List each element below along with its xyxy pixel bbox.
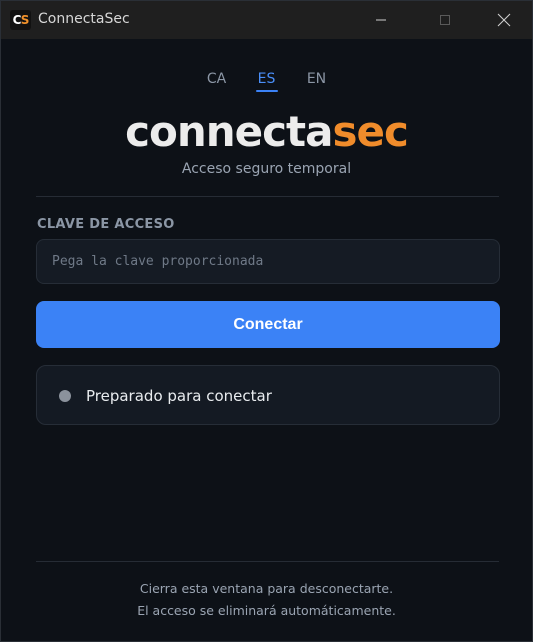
maximize-button[interactable] [422, 1, 468, 39]
status-text: Preparado para conectar [86, 387, 272, 405]
status-panel: Preparado para conectar [36, 365, 500, 425]
divider-top [36, 196, 499, 197]
close-icon [497, 13, 511, 27]
status-indicator-dot [59, 390, 71, 402]
close-button[interactable] [481, 1, 527, 39]
app-logo-icon: CS [10, 10, 31, 30]
access-key-input[interactable] [36, 239, 500, 284]
footer-note-line1: Cierra esta ventana para desconectarte. [139, 581, 394, 596]
divider-bottom [36, 561, 499, 562]
tab-lang-es[interactable]: ES [242, 71, 292, 92]
title-bar: CS ConnectaSec [1, 1, 532, 39]
subtitle: Acceso seguro temporal [181, 161, 352, 177]
app-window: CS ConnectaSec CA ES EN connectasec Acce… [0, 0, 533, 642]
minimize-icon [376, 19, 386, 21]
access-key-label: CLAVE DE ACCESO [37, 217, 175, 232]
tab-lang-ca[interactable]: CA [192, 71, 242, 92]
window-title: ConnectaSec [38, 11, 130, 27]
footer-note-line2: El acceso se eliminará automáticamente. [137, 603, 396, 618]
brand-logo: connectasec [125, 107, 409, 156]
minimize-button[interactable] [358, 1, 404, 39]
language-tabs: CA ES EN [1, 71, 532, 92]
maximize-icon [440, 15, 450, 25]
connect-button[interactable]: Conectar [36, 301, 500, 348]
tab-lang-en[interactable]: EN [292, 71, 342, 92]
